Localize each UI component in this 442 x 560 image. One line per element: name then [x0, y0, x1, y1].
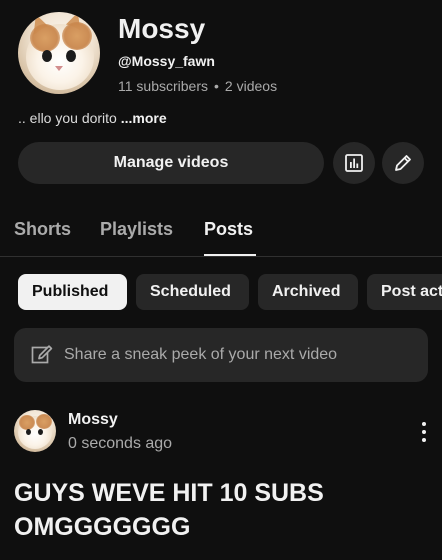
kebab-dot	[422, 438, 426, 442]
manage-videos-button[interactable]: Manage videos	[18, 142, 324, 184]
avatar-fur-patch-right	[62, 22, 92, 50]
description-text: .. ello you dorito	[18, 110, 117, 126]
avatar-fur-patch	[19, 415, 35, 430]
channel-stats: 11 subscribers • 2 videos	[118, 76, 277, 96]
stats-separator: •	[214, 78, 219, 94]
post-author-name[interactable]: Mossy	[68, 409, 118, 431]
active-tab-indicator	[204, 254, 256, 256]
channel-tabs: Shorts Playlists Posts	[0, 204, 442, 257]
avatar-eye-right	[38, 429, 43, 435]
channel-handle: @Mossy_fawn	[118, 53, 215, 69]
post-author-avatar[interactable]	[14, 410, 56, 452]
more-vertical-icon[interactable]	[414, 420, 434, 444]
avatar-fur-patch-right	[36, 414, 52, 429]
chip-published[interactable]: Published	[18, 274, 127, 310]
tab-playlists[interactable]: Playlists	[100, 217, 173, 241]
avatar-nose	[55, 66, 63, 71]
tab-posts[interactable]: Posts	[204, 217, 253, 241]
create-post-box[interactable]: Share a sneak peek of your next video	[14, 328, 428, 382]
post-body-line: OMGGGGGGG	[14, 513, 191, 541]
post-body: GUYS WEVE HIT 10 SUBS OMGGGGGGG	[14, 476, 434, 544]
analytics-button[interactable]	[333, 142, 375, 184]
avatar-eye-right	[66, 50, 76, 62]
tab-shorts[interactable]: Shorts	[14, 217, 71, 241]
avatar-eye-left	[26, 429, 31, 435]
edit-channel-button[interactable]	[382, 142, 424, 184]
avatar-eye-left	[42, 50, 52, 62]
channel-description[interactable]: .. ello you dorito ...more	[18, 108, 167, 128]
pencil-icon	[395, 155, 411, 171]
kebab-dot	[422, 430, 426, 434]
video-count: 2 videos	[224, 78, 278, 94]
avatar-fur-patch	[30, 24, 60, 52]
chip-post-activity[interactable]: Post act	[367, 274, 442, 310]
kebab-dot	[422, 422, 426, 426]
channel-avatar[interactable]	[18, 12, 100, 94]
composer-placeholder: Share a sneak peek of your next video	[64, 346, 338, 363]
compose-icon	[31, 345, 53, 364]
more-link[interactable]: ...more	[121, 110, 167, 126]
bar-chart-icon	[345, 154, 363, 172]
channel-name: Mossy	[118, 13, 206, 44]
chip-archived[interactable]: Archived	[258, 274, 358, 310]
chip-scheduled[interactable]: Scheduled	[136, 274, 249, 310]
post-timestamp: 0 seconds ago	[68, 435, 173, 452]
subscriber-count: 11 subscribers	[118, 78, 209, 94]
post-body-line: GUYS WEVE HIT 10 SUBS	[14, 479, 324, 507]
